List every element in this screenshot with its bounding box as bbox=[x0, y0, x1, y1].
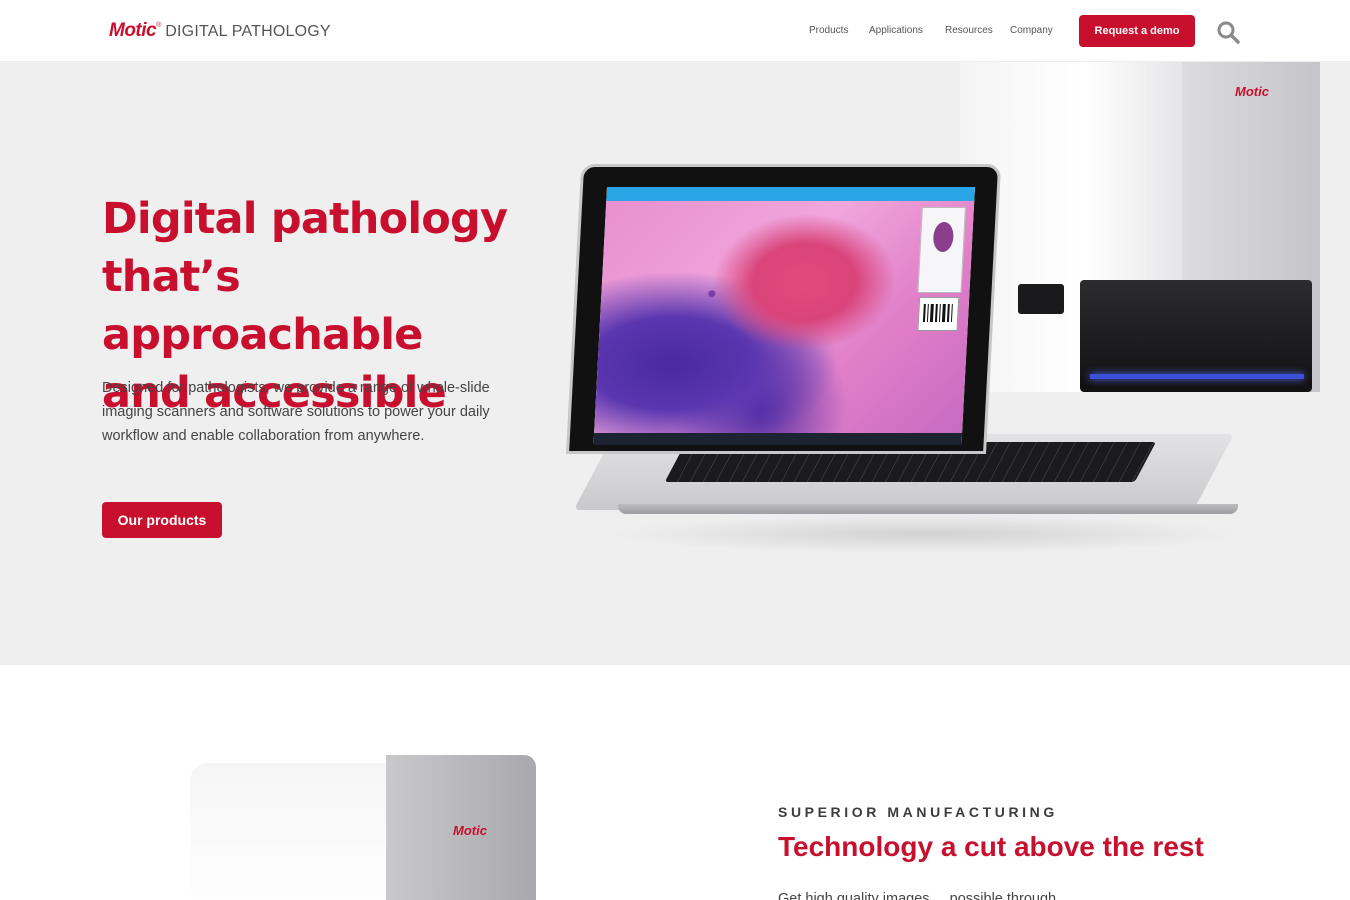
scanner-front-panel bbox=[190, 763, 390, 900]
section-eyebrow: SUPERIOR MANUFACTURING bbox=[778, 804, 1058, 820]
laptop-shadow bbox=[606, 514, 1246, 554]
hero-section: Motic Digital pathology that’s approacha… bbox=[0, 62, 1350, 665]
site-logo[interactable]: Motic ® DIGITAL PATHOLOGY bbox=[109, 20, 331, 44]
hero-title-line-1: Digital pathology bbox=[102, 194, 508, 244]
viewer-toolbar bbox=[606, 187, 975, 201]
laptop-base-front bbox=[618, 504, 1238, 514]
scanner-brand-logo-lower: Motic bbox=[453, 823, 487, 838]
laptop-lid bbox=[566, 164, 1002, 454]
section-body-text: Get high quality images ... possible thr… bbox=[778, 891, 1073, 900]
os-taskbar bbox=[593, 433, 963, 445]
tissue-thumbnail-icon bbox=[932, 222, 955, 252]
logo-subtitle: DIGITAL PATHOLOGY bbox=[165, 23, 331, 40]
nav-products[interactable]: Products bbox=[809, 25, 848, 36]
our-products-button[interactable]: Our products bbox=[102, 502, 222, 538]
manufacturing-section: Motic SUPERIOR MANUFACTURING Technology … bbox=[0, 665, 1350, 900]
section-title: Technology a cut above the rest bbox=[778, 831, 1204, 862]
search-icon[interactable] bbox=[1216, 20, 1240, 44]
slide-thumbnail bbox=[917, 207, 966, 293]
barcode-label bbox=[917, 297, 960, 331]
nav-company[interactable]: Company bbox=[1010, 25, 1053, 36]
logo-brand: Motic bbox=[109, 20, 157, 41]
hero-description: Designed for pathologists, we provide a … bbox=[102, 380, 490, 444]
scanner-brand-logo: Motic bbox=[1235, 84, 1269, 99]
logo-registered-mark: ® bbox=[156, 22, 162, 29]
hero-title-line-2: that’s approachable bbox=[102, 252, 423, 360]
request-demo-button[interactable]: Request a demo bbox=[1079, 15, 1195, 47]
nav-applications[interactable]: Applications bbox=[869, 25, 923, 36]
nav-resources[interactable]: Resources bbox=[945, 25, 993, 36]
site-header: Motic ® DIGITAL PATHOLOGY Products Appli… bbox=[0, 0, 1350, 62]
laptop-product-image bbox=[566, 164, 1246, 604]
laptop-screen bbox=[593, 187, 975, 445]
scanner-product-image-lower: Motic bbox=[190, 755, 536, 900]
